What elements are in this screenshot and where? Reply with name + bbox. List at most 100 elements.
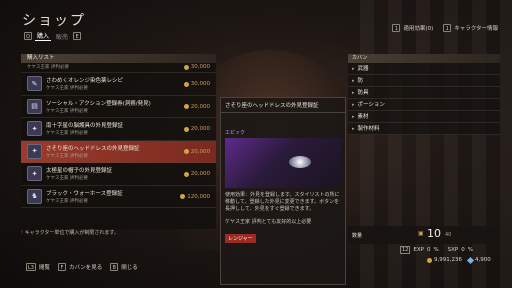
exp-percent: % [433, 247, 439, 253]
background-stone-wall [360, 0, 512, 288]
quantity-label: 数量 [352, 233, 363, 239]
list-item-price-value: 30,000 [190, 64, 210, 70]
list-item[interactable]: ▤ ソーシャル・アクション登録券(洞察/発見) ケヤス王家 評判必要 20,00… [21, 96, 216, 118]
tab-bar: Q 購入 販売 E [24, 31, 82, 41]
active-effects-key: 1 [392, 24, 401, 32]
view-bag-button[interactable]: F カバンを見る [57, 263, 103, 271]
quantity-value[interactable]: 10 [427, 227, 441, 240]
gold-coin-icon [183, 81, 189, 87]
sxp-value: 0 [461, 247, 465, 253]
chevron-right-icon: ▸ [352, 125, 355, 132]
purchase-list: 購入リスト ケヤス王家 評判必要 30,000 ✎ さわめくオレンジ染色薬レシピ… [21, 54, 216, 229]
gold-coin-icon [183, 104, 189, 109]
item-detail-title: さそり座のヘッドドレスの外見登録証 [221, 98, 345, 113]
exp-value: 0 [426, 247, 431, 253]
exp-label: EXP [413, 247, 424, 253]
purchase-list-header: 購入リスト [21, 54, 216, 63]
browse-label: 閲覧 [38, 265, 50, 271]
warning-mark: ! [21, 230, 24, 236]
gold-coin-icon [183, 171, 189, 177]
list-item[interactable]: ♞ ブラック・ウォーホース登録証 ケヤス王家 評判必要 120,000 [21, 186, 216, 208]
character-info-label: キャラクター情報 [454, 26, 498, 32]
tab-key-q: Q [24, 32, 32, 40]
list-item-price: 30,000 [183, 64, 210, 70]
list-item-selected[interactable]: ✦ さそり座のヘッドドレスの外見登録証 ケヤス王家 評判必要 20,000 [21, 140, 216, 163]
gold-coin-icon [183, 126, 189, 132]
gold-amount: 9,991,236 [434, 257, 462, 263]
list-item-price: 30,000 [183, 81, 210, 87]
level-badge: 12 [400, 246, 411, 254]
category-label: ポーション [357, 101, 385, 108]
purchase-limit-note: ! キャラクター単位で購入が制限されます。 [21, 229, 119, 236]
view-bag-key: F [57, 263, 66, 271]
active-effects-label: 適用効果(0) [403, 26, 434, 32]
chevron-right-icon: ▸ [352, 77, 355, 84]
chevron-right-icon: ▸ [352, 65, 355, 72]
gem-icon [466, 256, 475, 264]
browse-key: L3 [26, 263, 36, 271]
list-item-price-value: 20,000 [190, 126, 210, 132]
list-item-price-value: 30,000 [190, 81, 210, 87]
list-item-price: 20,000 [183, 103, 210, 110]
bag-category-panel: カバン ▸ 武器 ▸ 防 ▸ 防具 ▸ ポーション ▸ 素材 ▸ 製作材料 [348, 54, 500, 135]
list-item[interactable]: ケヤス王家 評判必要 30,000 [21, 63, 216, 73]
list-item-price: 20,000 [183, 171, 210, 177]
list-item-price-value: 20,000 [190, 171, 210, 177]
sxp-percent: % [467, 247, 473, 253]
item-preview-image [225, 138, 341, 188]
list-item[interactable]: ✦ 太極星の帽子の外見登録証 ケヤス王家 評判必要 20,000 [21, 163, 216, 186]
category-accessory[interactable]: ▸ 防 [348, 75, 500, 87]
scroll-icon: ▤ [27, 98, 42, 114]
category-weapons[interactable]: ▸ 武器 [348, 63, 500, 75]
item-detail-tooltip: さそり座のヘッドドレスの外見登録証 エピック 使用効果：外見を登録します。スタイ… [220, 97, 346, 285]
purchase-limit-text: キャラクター単位で購入が制限されます。 [24, 230, 119, 236]
appearance-ticket-icon: ✦ [27, 143, 42, 159]
tab-key-e: E [73, 32, 82, 40]
footer-actions: L3 閲覧 F カバンを見る B 閉じる [26, 263, 138, 271]
bag-icon: ▣ [418, 230, 424, 237]
item-rarity: エピック [225, 130, 246, 136]
chevron-right-icon: ▸ [352, 101, 355, 108]
gold-coin-icon [427, 257, 432, 263]
currency-display: 9,991,236 4,900 [427, 256, 491, 264]
appearance-ticket-icon: ✦ [27, 166, 42, 182]
category-potion[interactable]: ▸ ポーション [348, 99, 500, 111]
recipe-icon: ✎ [27, 76, 42, 92]
class-tag: レンジャー [225, 234, 256, 243]
view-bag-label: カバンを見る [68, 265, 103, 271]
gold-coin-icon [183, 149, 189, 154]
tab-sell[interactable]: 販売 [54, 32, 70, 41]
item-description: 使用効果：外見を登録します。スタイリストの所に移動して、登録した外見に変更できま… [225, 192, 340, 212]
list-item-price: 120,000 [180, 194, 210, 200]
item-requirement: ケヤス王家 評判とても友好的以上必要 [225, 219, 312, 225]
close-button[interactable]: B 閉じる [110, 263, 138, 271]
chevron-right-icon: ▸ [352, 113, 355, 120]
list-item-price: 20,000 [183, 126, 210, 132]
list-item-price: 20,000 [183, 148, 210, 155]
list-item[interactable]: ✦ 南十字星の脳護具の外見登録証 ケヤス王家 評判必要 20,000 [21, 118, 216, 141]
category-label: 防 [357, 77, 364, 84]
character-stats: 12 EXP 0% SXP 0% [400, 246, 500, 254]
appearance-ticket-icon: ✦ [27, 121, 42, 137]
character-info-button[interactable]: 1 キャラクター情報 [443, 24, 498, 32]
character-info-key: 1 [443, 24, 452, 32]
browse-button[interactable]: L3 閲覧 [26, 263, 50, 271]
category-label: 武器 [357, 65, 369, 72]
page-title: ショップ [22, 13, 86, 29]
chevron-right-icon: ▸ [352, 89, 355, 96]
active-effects-button[interactable]: 1 適用効果(0) [392, 24, 433, 32]
list-item-price-value: 20,000 [190, 103, 210, 110]
list-item[interactable]: ✎ さわめくオレンジ染色薬レシピ ケヤス王家 評判必要 30,000 [21, 73, 216, 96]
quantity-max: 40 [445, 232, 452, 238]
category-armor[interactable]: ▸ 防具 [348, 87, 500, 99]
list-item-price-value: 20,000 [190, 148, 210, 155]
close-label: 閉じる [121, 265, 138, 271]
close-key: B [110, 263, 119, 271]
page-header: ショップ [22, 10, 86, 30]
tab-buy[interactable]: 購入 [35, 31, 52, 41]
gold-coin-icon [180, 194, 186, 199]
category-crafting[interactable]: ▸ 製作材料 [348, 123, 500, 135]
gem-amount: 4,900 [475, 257, 491, 263]
quantity-panel: 数量 ▣ 10 40 [348, 226, 500, 244]
category-materials[interactable]: ▸ 素材 [348, 111, 500, 123]
